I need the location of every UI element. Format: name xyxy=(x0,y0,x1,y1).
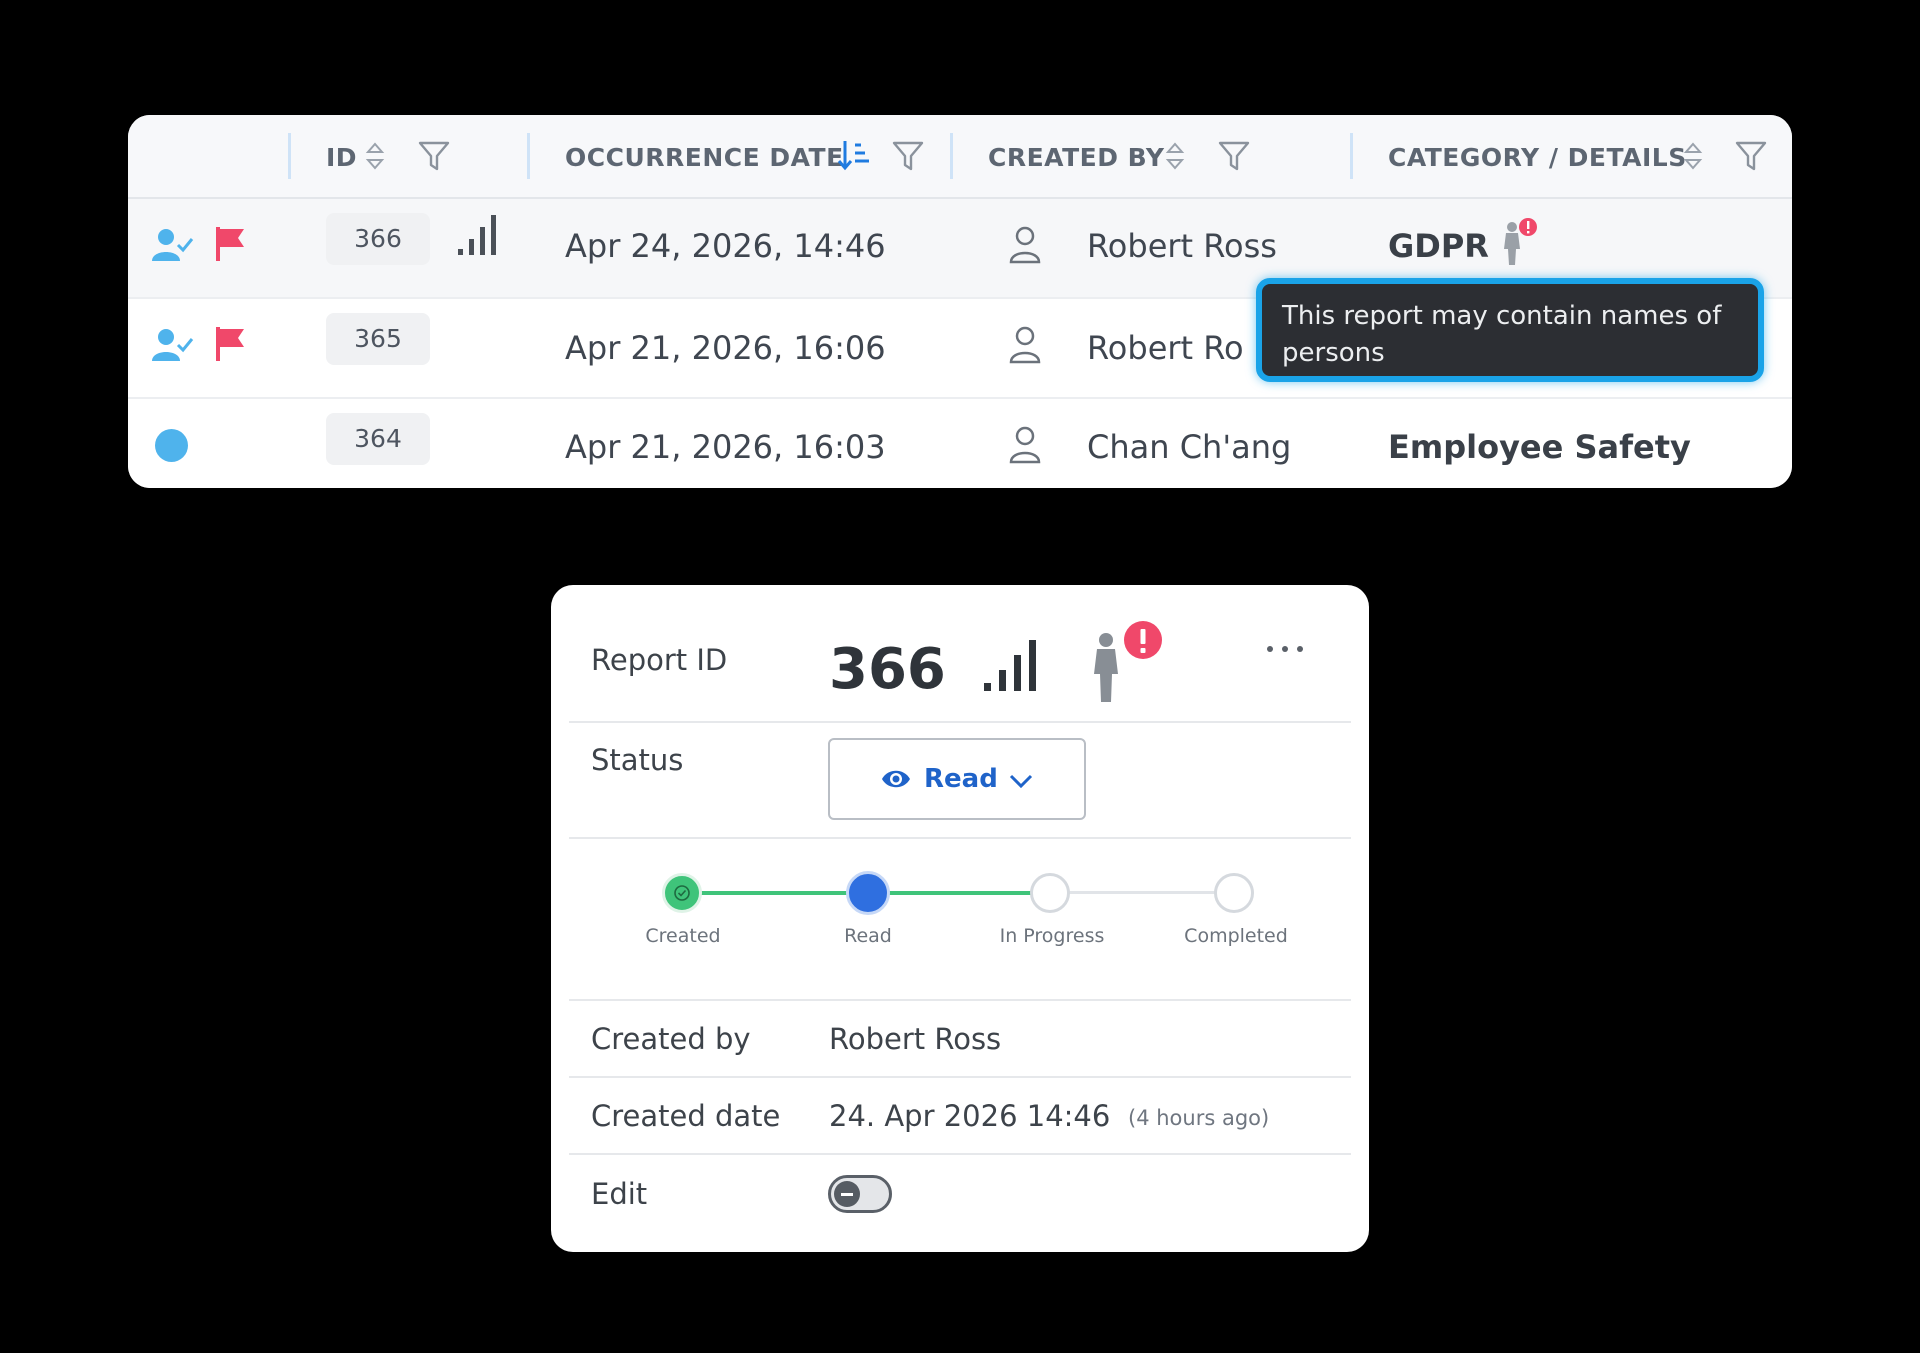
divider xyxy=(569,721,1351,723)
divider xyxy=(569,999,1351,1001)
report-detail-card: Report ID 366 Status Read Created Read I… xyxy=(551,585,1369,1252)
user-assigned-icon xyxy=(152,329,194,361)
created-by-name: Robert Ross xyxy=(1087,227,1277,265)
occurrence-date: Apr 21, 2026, 16:06 xyxy=(565,329,886,367)
status-value: Read xyxy=(924,764,998,794)
step-label: Created xyxy=(645,925,721,947)
gdpr-tooltip: This report may contain names of persons xyxy=(1256,278,1764,382)
filter-icon[interactable] xyxy=(1734,139,1768,173)
created-date-relative: (4 hours ago) xyxy=(1128,1106,1270,1130)
stepper-line-complete xyxy=(683,891,867,895)
toggle-knob xyxy=(834,1181,860,1207)
column-separator xyxy=(527,133,530,179)
divider xyxy=(569,1153,1351,1155)
column-separator xyxy=(288,133,291,179)
column-header-id[interactable]: ID xyxy=(326,143,357,172)
sort-descending-icon[interactable] xyxy=(837,137,871,173)
report-id-chip: 365 xyxy=(326,313,430,365)
user-assigned-icon xyxy=(152,229,194,261)
person-alert-icon[interactable] xyxy=(1083,620,1163,704)
column-separator xyxy=(950,133,953,179)
check-circle-icon xyxy=(674,885,690,901)
created-date-value: 24. Apr 2026 14:46 xyxy=(829,1099,1111,1133)
filter-icon[interactable] xyxy=(891,139,925,173)
table-header: ID OCCURRENCE DATE CREATED BY CATEGORY / xyxy=(128,115,1792,199)
step-completed-circle xyxy=(1214,873,1254,913)
occurrence-date: Apr 24, 2026, 14:46 xyxy=(565,227,886,265)
step-label: Read xyxy=(844,925,892,947)
divider xyxy=(569,837,1351,839)
filter-icon[interactable] xyxy=(1217,139,1251,173)
sort-icon[interactable] xyxy=(1164,141,1186,171)
flag-icon[interactable] xyxy=(214,325,248,363)
filter-icon[interactable] xyxy=(417,139,451,173)
priority-signal-icon xyxy=(984,640,1036,691)
created-date-label: Created date xyxy=(591,1099,781,1133)
created-by-name: Chan Ch'ang xyxy=(1087,428,1292,466)
stepper-line-pending xyxy=(1051,891,1235,894)
step-created-circle xyxy=(662,873,702,913)
sort-icon[interactable] xyxy=(364,141,386,171)
more-options-icon[interactable] xyxy=(1265,643,1305,655)
created-by-label: Created by xyxy=(591,1022,751,1056)
person-alert-icon[interactable] xyxy=(1496,217,1540,267)
person-icon xyxy=(1009,326,1041,364)
column-header-category-details[interactable]: CATEGORY / DETAILS xyxy=(1388,143,1687,172)
step-in-progress-circle xyxy=(1030,873,1070,913)
table-row[interactable]: 364 Apr 21, 2026, 16:03 Chan Ch'ang Empl… xyxy=(128,399,1792,488)
category-label: Employee Safety xyxy=(1388,428,1691,466)
tooltip-text: This report may contain names of persons xyxy=(1282,301,1722,368)
report-id-label: Report ID xyxy=(591,643,728,677)
status-dropdown[interactable]: Read xyxy=(828,738,1086,820)
report-id-chip: 366 xyxy=(326,213,430,265)
created-by-name: Robert Ro xyxy=(1087,329,1244,367)
eye-icon xyxy=(882,770,910,788)
new-report-dot-icon xyxy=(155,429,188,462)
step-read-circle xyxy=(846,871,890,915)
divider xyxy=(569,1076,1351,1078)
created-by-value: Robert Ross xyxy=(829,1022,1002,1056)
status-label: Status xyxy=(591,743,684,777)
chevron-down-icon xyxy=(1009,774,1033,789)
edit-toggle[interactable] xyxy=(828,1175,892,1213)
sort-icon[interactable] xyxy=(1682,141,1704,171)
category-label: GDPR xyxy=(1388,227,1489,265)
person-icon xyxy=(1009,226,1041,264)
flag-icon[interactable] xyxy=(214,225,248,263)
column-separator xyxy=(1350,133,1353,179)
priority-signal-icon xyxy=(458,215,496,255)
report-id-chip: 364 xyxy=(326,413,430,465)
stepper-line-complete xyxy=(867,891,1051,895)
person-icon xyxy=(1009,426,1041,464)
column-header-occurrence-date[interactable]: OCCURRENCE DATE xyxy=(565,143,844,172)
occurrence-date: Apr 21, 2026, 16:03 xyxy=(565,428,886,466)
step-label: In Progress xyxy=(999,925,1105,947)
step-label: Completed xyxy=(1184,925,1288,947)
edit-label: Edit xyxy=(591,1177,648,1211)
column-header-created-by[interactable]: CREATED BY xyxy=(988,143,1164,172)
report-id-value: 366 xyxy=(829,637,946,702)
